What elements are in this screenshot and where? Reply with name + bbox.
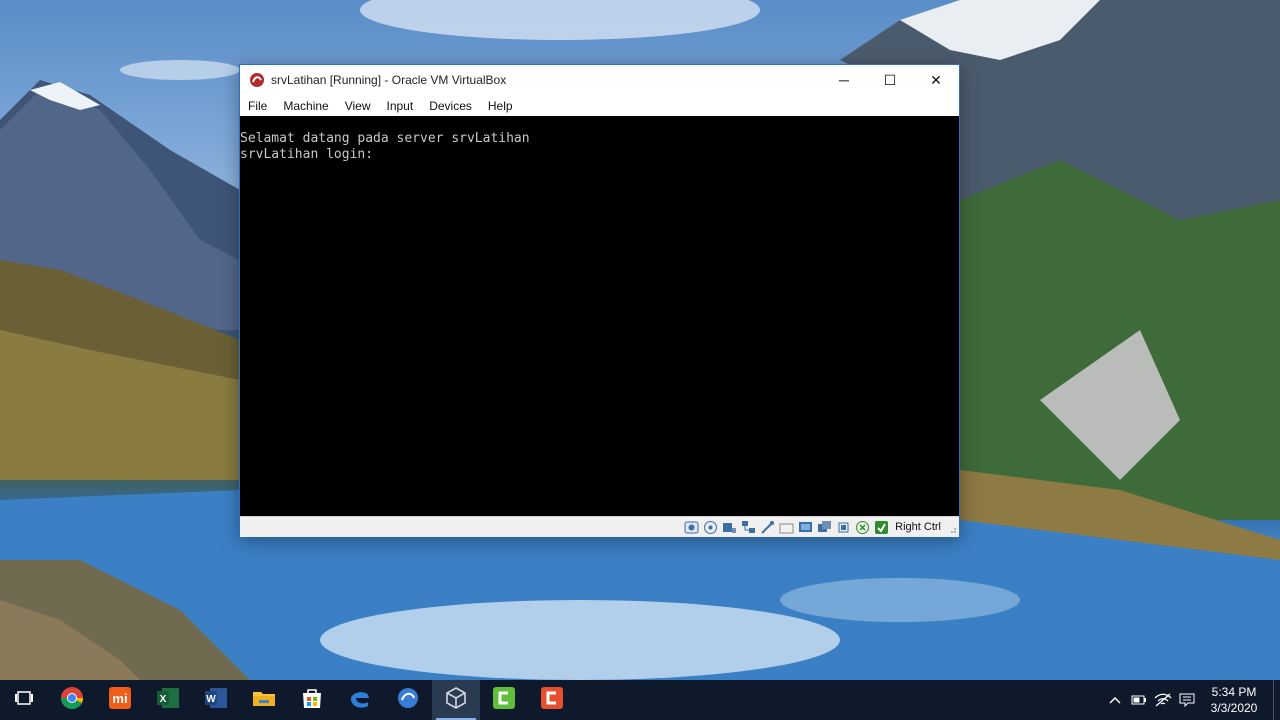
title-bar[interactable]: srvLatihan [Running] - Oracle VM Virtual… [240,65,959,95]
edge-button[interactable] [336,680,384,720]
menu-input[interactable]: Input [379,99,422,113]
excel-button[interactable]: X [144,680,192,720]
svg-text:mi: mi [112,691,127,706]
network-icon[interactable] [741,520,756,535]
taskbar-clock[interactable]: 5:34 PM 3/3/2020 [1199,684,1269,716]
hard-disk-icon[interactable] [684,520,699,535]
host-key-label[interactable]: Right Ctrl [895,521,941,533]
chrome-button[interactable] [48,680,96,720]
excel-icon: X [156,686,180,715]
word-button[interactable]: W [192,680,240,720]
mi-button[interactable]: mi [96,680,144,720]
camtasia-green-button[interactable] [480,680,528,720]
keyboard-capture-icon[interactable] [874,520,889,535]
task-view-button[interactable] [0,680,48,720]
system-tray: 5:34 PM 3/3/2020 [1103,680,1280,720]
minimize-button[interactable]: ─ [821,65,867,95]
no-internet-icon [1154,693,1172,707]
minimize-icon: ─ [839,72,849,88]
menu-file[interactable]: File [240,99,275,113]
show-desktop-button[interactable] [1273,680,1280,720]
nemo-button[interactable] [384,680,432,720]
menu-help[interactable]: Help [480,99,521,113]
resize-grip-icon[interactable] [949,521,957,533]
notification-icon [1179,693,1195,707]
close-icon: ✕ [930,71,942,88]
store-button[interactable] [288,680,336,720]
clock-time: 5:34 PM [1211,685,1257,699]
status-bar: Right Ctrl [240,516,959,537]
menu-machine[interactable]: Machine [275,99,336,113]
cpu-icon[interactable] [836,520,851,535]
action-center-button[interactable] [1175,680,1199,720]
battery-button[interactable] [1127,680,1151,720]
audio-icon[interactable] [722,520,737,535]
edge-icon [348,686,372,715]
camtasia-green-icon [492,686,516,715]
task-view-icon [14,690,34,711]
virtualbox-icon [444,686,468,715]
menu-bar: File Machine View Input Devices Help [240,95,959,116]
virtualbox-button[interactable] [432,680,480,720]
close-button[interactable]: ✕ [913,65,959,95]
store-icon [300,686,324,715]
console-welcome-line: Selamat datang pada server srvLatihan [240,131,530,146]
menu-devices[interactable]: Devices [421,99,480,113]
svg-text:W: W [206,694,216,705]
show-hidden-icons-button[interactable] [1103,680,1127,720]
vm-console[interactable]: Selamat datang pada server srvLatihan sr… [240,116,959,516]
battery-icon [1131,695,1146,705]
window-title: srvLatihan [Running] - Oracle VM Virtual… [271,73,507,87]
maximize-icon: ☐ [883,71,897,88]
chrome-icon [60,686,84,715]
video-capture-icon[interactable] [817,520,832,535]
virtualbox-window[interactable]: srvLatihan [Running] - Oracle VM Virtual… [239,64,960,537]
shared-folders-icon[interactable] [779,520,794,535]
file-explorer-button[interactable] [240,680,288,720]
chevron-up-icon [1109,696,1121,704]
clock-date: 3/3/2020 [1210,701,1258,715]
virtualbox-vm-icon [249,72,265,88]
display-icon[interactable] [798,520,813,535]
console-login-prompt[interactable]: srvLatihan login: [240,147,530,163]
svg-text:X: X [160,694,167,705]
file-explorer-icon [252,686,276,715]
maximize-button[interactable]: ☐ [867,65,913,95]
nemo-icon [396,686,420,715]
camtasia-red-icon [540,686,564,715]
word-icon: W [204,686,228,715]
optical-drive-icon[interactable] [703,520,718,535]
mouse-integration-icon[interactable] [855,520,870,535]
camtasia-red-button[interactable] [528,680,576,720]
usb-icon[interactable] [760,520,775,535]
menu-view[interactable]: View [337,99,379,113]
network-status-button[interactable] [1151,680,1175,720]
taskbar: mi X W 5:34 PM 3/3/2020 [0,680,1280,720]
mi-icon: mi [108,686,132,715]
